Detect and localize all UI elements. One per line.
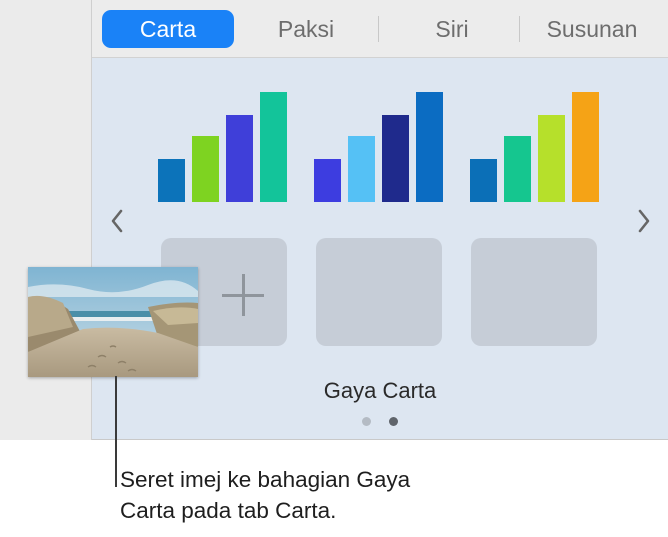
chart-style-3[interactable] [462,87,622,202]
tab-separator [519,16,520,42]
tab-paksi[interactable]: Paksi [260,10,352,48]
chevron-left-icon[interactable] [109,206,125,236]
empty-chart-style-slot[interactable] [316,238,442,346]
chart-style-bar [538,115,565,202]
tab-susunan[interactable]: Susunan [532,10,652,48]
chart-style-bar [572,92,599,202]
tab-siri[interactable]: Siri [410,10,494,48]
chart-style-bar [470,159,497,202]
chart-style-bar [226,115,253,202]
empty-chart-style-slot[interactable] [471,238,597,346]
chart-style-bar [314,159,341,202]
inspector-tab-bar: Carta Paksi Siri Susunan [92,0,668,58]
chart-style-bar [504,136,531,202]
beach-photo [28,267,198,377]
chart-style-bar [192,136,219,202]
chart-style-bar [158,159,185,202]
page-indicator-dot[interactable] [362,417,371,426]
callout-line-2: Carta pada tab Carta. [120,498,337,523]
callout-line-1: Seret imej ke bahagian Gaya [120,467,411,492]
stage: Carta Paksi Siri Susunan Gaya Carta Sere… [0,0,668,537]
chart-styles-section-label: Gaya Carta [323,378,437,403]
callout-line [115,376,117,487]
tab-separator [378,16,379,42]
page-indicator-dot[interactable] [389,417,398,426]
tab-carta[interactable]: Carta [102,10,234,48]
chart-style-1[interactable] [150,87,310,202]
chart-style-bar [382,115,409,202]
chart-style-bar [348,136,375,202]
chart-style-bar [416,92,443,202]
chart-style-bar [260,92,287,202]
dragged-image[interactable] [28,267,198,377]
chevron-right-icon[interactable] [636,206,652,236]
chart-style-2[interactable] [306,87,466,202]
plus-icon [242,274,245,316]
callout-text: Seret imej ke bahagian Gaya Carta pada t… [120,464,540,526]
